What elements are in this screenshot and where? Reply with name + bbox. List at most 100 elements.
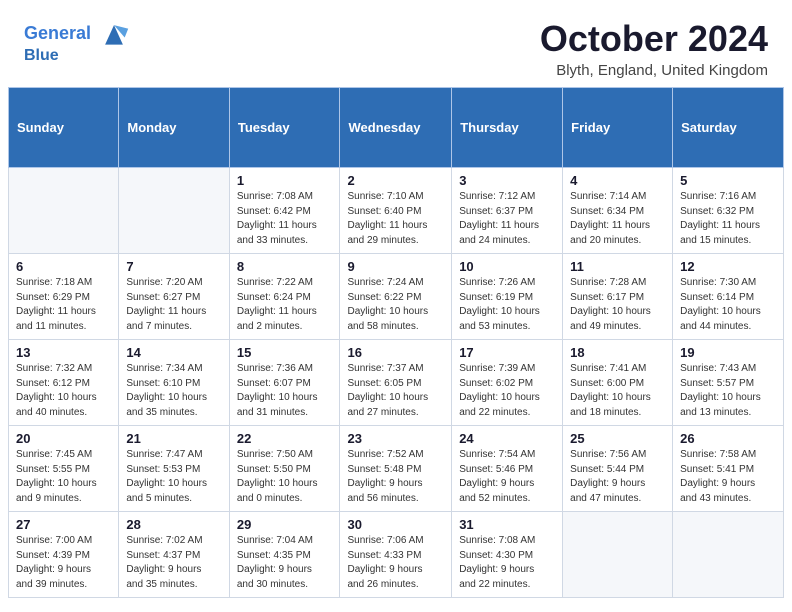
calendar-cell: 12Sunrise: 7:30 AM Sunset: 6:14 PM Dayli… (673, 254, 784, 340)
day-number: 31 (459, 517, 555, 532)
calendar-cell: 6 Sunrise: 7:18 AM Sunset: 6:29 PM Daylig… (9, 254, 119, 340)
calendar-week-4: 20 Sunrise: 7:45 AM Sunset: 5:55 PM Dayli… (9, 426, 784, 512)
calendar-cell: 16Sunrise: 7:37 AM Sunset: 6:05 PM Dayli… (340, 340, 452, 426)
day-info: Sunrise: 7:22 AM Sunset: 6:24 PM Dayligh… (237, 276, 333, 334)
month-title: October 2024 (540, 18, 768, 60)
calendar-cell: 18Sunrise: 7:41 AM Sunset: 6:00 PM Dayli… (563, 340, 673, 426)
day-info: Sunrise: 7:26 AM Sunset: 6:19 PM Dayligh… (459, 276, 555, 334)
calendar-table: SundayMondayTuesdayWednesdayThursdayFrid… (8, 87, 784, 598)
day-info: Sunrise: 7:28 AM Sunset: 6:17 PM Dayligh… (570, 276, 665, 334)
day-info: Sunrise: 7:52 AM Sunset: 5:48 PM Dayligh… (347, 448, 444, 506)
day-number: 23 (347, 431, 444, 446)
logo: General Blue (24, 18, 130, 65)
day-number: 27 (16, 517, 111, 532)
title-block: October 2024 Blyth, England, United King… (540, 18, 768, 79)
day-number: 6 (16, 259, 111, 274)
day-info: Sunrise: 7:54 AM Sunset: 5:46 PM Dayligh… (459, 448, 555, 506)
calendar-cell: 4 Sunrise: 7:14 AM Sunset: 6:34 PM Daylig… (563, 168, 673, 254)
day-number: 9 (347, 259, 444, 274)
calendar-header-monday: Monday (119, 88, 229, 168)
day-info: Sunrise: 7:08 AM Sunset: 4:30 PM Dayligh… (459, 534, 555, 592)
calendar-cell: 19 Sunrise: 7:43 AM Sunset: 5:57 PM Dayli… (673, 340, 784, 426)
calendar-cell: 2Sunrise: 7:10 AM Sunset: 6:40 PM Daylig… (340, 168, 452, 254)
calendar-cell: 27 Sunrise: 7:00 AM Sunset: 4:39 PM Dayli… (9, 512, 119, 598)
day-number: 4 (570, 173, 665, 188)
day-number: 21 (126, 431, 221, 446)
calendar-cell: 28 Sunrise: 7:02 AM Sunset: 4:37 PM Dayli… (119, 512, 229, 598)
calendar-wrapper: SundayMondayTuesdayWednesdayThursdayFrid… (0, 87, 792, 606)
day-number: 11 (570, 259, 665, 274)
calendar-header-wednesday: Wednesday (340, 88, 452, 168)
day-info: Sunrise: 7:00 AM Sunset: 4:39 PM Dayligh… (16, 534, 111, 592)
calendar-week-1: 1Sunrise: 7:08 AM Sunset: 6:42 PM Daylig… (9, 168, 784, 254)
day-number: 17 (459, 345, 555, 360)
day-number: 19 (680, 345, 776, 360)
calendar-cell: 1Sunrise: 7:08 AM Sunset: 6:42 PM Daylig… (229, 168, 340, 254)
calendar-cell (9, 168, 119, 254)
day-number: 1 (237, 173, 333, 188)
calendar-cell: 13Sunrise: 7:32 AM Sunset: 6:12 PM Dayli… (9, 340, 119, 426)
calendar-cell: 5 Sunrise: 7:16 AM Sunset: 6:32 PM Daylig… (673, 168, 784, 254)
day-number: 14 (126, 345, 221, 360)
calendar-cell: 24 Sunrise: 7:54 AM Sunset: 5:46 PM Dayli… (452, 426, 563, 512)
day-number: 22 (237, 431, 333, 446)
calendar-header-tuesday: Tuesday (229, 88, 340, 168)
calendar-cell: 21 Sunrise: 7:47 AM Sunset: 5:53 PM Dayli… (119, 426, 229, 512)
calendar-cell: 20 Sunrise: 7:45 AM Sunset: 5:55 PM Dayli… (9, 426, 119, 512)
day-info: Sunrise: 7:02 AM Sunset: 4:37 PM Dayligh… (126, 534, 221, 592)
day-number: 10 (459, 259, 555, 274)
day-info: Sunrise: 7:30 AM Sunset: 6:14 PM Dayligh… (680, 276, 776, 334)
day-info: Sunrise: 7:18 AM Sunset: 6:29 PM Dayligh… (16, 276, 111, 334)
calendar-header-row: SundayMondayTuesdayWednesdayThursdayFrid… (9, 88, 784, 168)
calendar-cell: 30Sunrise: 7:06 AM Sunset: 4:33 PM Dayli… (340, 512, 452, 598)
calendar-week-3: 13Sunrise: 7:32 AM Sunset: 6:12 PM Dayli… (9, 340, 784, 426)
day-info: Sunrise: 7:45 AM Sunset: 5:55 PM Dayligh… (16, 448, 111, 506)
page-header: General Blue October 2024 Blyth, England… (0, 0, 792, 87)
day-info: Sunrise: 7:58 AM Sunset: 5:41 PM Dayligh… (680, 448, 776, 506)
calendar-header-friday: Friday (563, 88, 673, 168)
day-number: 25 (570, 431, 665, 446)
calendar-cell: 31 Sunrise: 7:08 AM Sunset: 4:30 PM Dayli… (452, 512, 563, 598)
day-info: Sunrise: 7:56 AM Sunset: 5:44 PM Dayligh… (570, 448, 665, 506)
calendar-cell (119, 168, 229, 254)
day-number: 20 (16, 431, 111, 446)
calendar-cell: 7Sunrise: 7:20 AM Sunset: 6:27 PM Daylig… (119, 254, 229, 340)
calendar-cell: 3 Sunrise: 7:12 AM Sunset: 6:37 PM Daylig… (452, 168, 563, 254)
calendar-week-5: 27 Sunrise: 7:00 AM Sunset: 4:39 PM Dayli… (9, 512, 784, 598)
day-number: 3 (459, 173, 555, 188)
day-info: Sunrise: 7:43 AM Sunset: 5:57 PM Dayligh… (680, 362, 776, 420)
day-info: Sunrise: 7:16 AM Sunset: 6:32 PM Dayligh… (680, 190, 776, 248)
calendar-cell: 9 Sunrise: 7:24 AM Sunset: 6:22 PM Daylig… (340, 254, 452, 340)
day-info: Sunrise: 7:36 AM Sunset: 6:07 PM Dayligh… (237, 362, 333, 420)
day-number: 5 (680, 173, 776, 188)
calendar-cell (673, 512, 784, 598)
location: Blyth, England, United Kingdom (540, 62, 768, 79)
logo-icon (98, 18, 130, 50)
calendar-cell: 26Sunrise: 7:58 AM Sunset: 5:41 PM Dayli… (673, 426, 784, 512)
day-info: Sunrise: 7:24 AM Sunset: 6:22 PM Dayligh… (347, 276, 444, 334)
day-number: 2 (347, 173, 444, 188)
day-info: Sunrise: 7:14 AM Sunset: 6:34 PM Dayligh… (570, 190, 665, 248)
day-number: 28 (126, 517, 221, 532)
day-info: Sunrise: 7:12 AM Sunset: 6:37 PM Dayligh… (459, 190, 555, 248)
calendar-cell: 11 Sunrise: 7:28 AM Sunset: 6:17 PM Dayli… (563, 254, 673, 340)
day-info: Sunrise: 7:34 AM Sunset: 6:10 PM Dayligh… (126, 362, 221, 420)
day-number: 13 (16, 345, 111, 360)
calendar-cell: 8 Sunrise: 7:22 AM Sunset: 6:24 PM Daylig… (229, 254, 340, 340)
day-number: 24 (459, 431, 555, 446)
day-number: 16 (347, 345, 444, 360)
calendar-header-thursday: Thursday (452, 88, 563, 168)
day-info: Sunrise: 7:39 AM Sunset: 6:02 PM Dayligh… (459, 362, 555, 420)
day-number: 8 (237, 259, 333, 274)
calendar-cell: 25 Sunrise: 7:56 AM Sunset: 5:44 PM Dayli… (563, 426, 673, 512)
day-number: 7 (126, 259, 221, 274)
day-info: Sunrise: 7:04 AM Sunset: 4:35 PM Dayligh… (237, 534, 333, 592)
day-info: Sunrise: 7:50 AM Sunset: 5:50 PM Dayligh… (237, 448, 333, 506)
day-info: Sunrise: 7:41 AM Sunset: 6:00 PM Dayligh… (570, 362, 665, 420)
day-info: Sunrise: 7:47 AM Sunset: 5:53 PM Dayligh… (126, 448, 221, 506)
day-number: 29 (237, 517, 333, 532)
day-info: Sunrise: 7:06 AM Sunset: 4:33 PM Dayligh… (347, 534, 444, 592)
day-number: 15 (237, 345, 333, 360)
calendar-header-sunday: Sunday (9, 88, 119, 168)
calendar-cell: 22 Sunrise: 7:50 AM Sunset: 5:50 PM Dayli… (229, 426, 340, 512)
